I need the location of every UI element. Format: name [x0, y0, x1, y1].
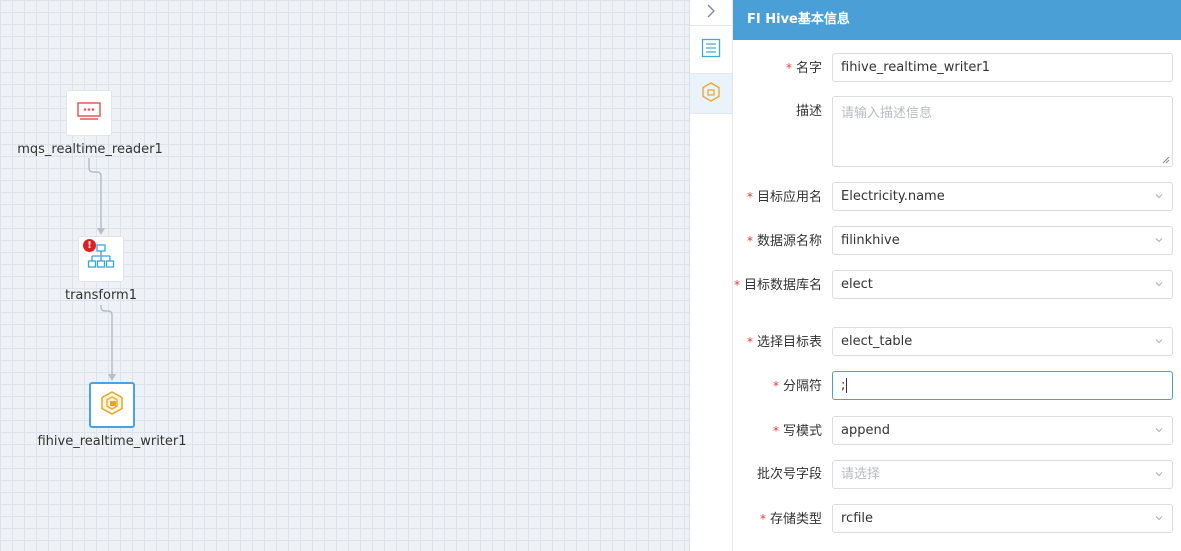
node-fihive-writer-label: fihive_realtime_writer1: [37, 434, 187, 449]
required-marker: *: [772, 424, 779, 438]
required-marker: *: [785, 61, 792, 75]
datasource-select[interactable]: filinkhive: [832, 226, 1173, 255]
field-description-label: 描述: [795, 104, 822, 119]
properties-panel: FI Hive基本信息 * 名字 fihive_realtime_writer1 …: [733, 0, 1181, 551]
batch-field-select[interactable]: 请选择: [832, 460, 1173, 489]
field-datasource-label: * 数据源名称: [746, 234, 822, 249]
hive-icon: [99, 390, 125, 420]
field-separator-label: * 分隔符: [772, 379, 822, 394]
chevron-down-icon: [1155, 339, 1163, 344]
description-textarea[interactable]: 请输入描述信息: [832, 96, 1173, 167]
error-badge-icon: !: [83, 239, 96, 252]
panel-title: FI Hive基本信息: [733, 0, 1181, 40]
strip-hive-config-button[interactable]: [690, 74, 732, 114]
side-icon-strip: [690, 0, 733, 551]
link-transform-to-writer: [100, 305, 113, 378]
name-input[interactable]: fihive_realtime_writer1: [832, 53, 1173, 82]
required-marker: *: [746, 234, 753, 248]
field-storage-label: * 存储类型: [759, 512, 822, 527]
storage-type-select[interactable]: rcfile: [832, 504, 1173, 533]
required-marker: *: [759, 512, 766, 526]
chevron-right-icon: [706, 4, 716, 22]
write-mode-select[interactable]: append: [832, 416, 1173, 445]
message-queue-icon: [77, 101, 101, 125]
node-mqs-reader-label: mqs_realtime_reader1: [17, 142, 163, 157]
chevron-down-icon: [1155, 516, 1163, 521]
text-caret: [846, 378, 848, 393]
target-db-select[interactable]: elect: [832, 270, 1173, 299]
chevron-down-icon: [1155, 238, 1163, 243]
chevron-down-icon: [1155, 428, 1163, 433]
required-marker: *: [746, 335, 753, 349]
target-app-select[interactable]: Electricity.name: [832, 182, 1173, 211]
link-arrow-2: [108, 374, 116, 381]
list-icon: [701, 38, 721, 62]
strip-list-button[interactable]: [690, 26, 732, 74]
flow-canvas[interactable]: mqs_realtime_reader1 ! transform1 fihive…: [0, 0, 690, 551]
chevron-down-icon: [1155, 194, 1163, 199]
chevron-down-icon: [1155, 472, 1163, 477]
field-target-table-label: * 选择目标表: [746, 335, 822, 350]
separator-input[interactable]: ;: [832, 371, 1173, 400]
chevron-down-icon: [1155, 282, 1163, 287]
required-marker: *: [772, 379, 779, 393]
field-name-label: * 名字: [785, 61, 822, 76]
field-target-db-label: * 目标数据库名: [733, 278, 822, 293]
node-fihive-writer-box[interactable]: [89, 382, 135, 428]
field-write-mode-label: * 写模式: [772, 424, 822, 439]
resize-grip-icon[interactable]: [1162, 156, 1170, 164]
link-mqs-to-transform: [88, 158, 102, 232]
required-marker: *: [733, 278, 740, 292]
field-target-app-label: * 目标应用名: [746, 190, 822, 205]
collapse-panel-button[interactable]: [690, 0, 732, 26]
link-arrow-1: [97, 228, 105, 235]
target-table-select[interactable]: elect_table: [832, 327, 1173, 356]
node-mqs-reader-box[interactable]: [66, 90, 112, 136]
node-transform-label: transform1: [64, 288, 138, 303]
required-marker: *: [746, 190, 753, 204]
hive-config-icon: [701, 81, 721, 106]
field-batch-label: 批次号字段: [756, 467, 822, 482]
